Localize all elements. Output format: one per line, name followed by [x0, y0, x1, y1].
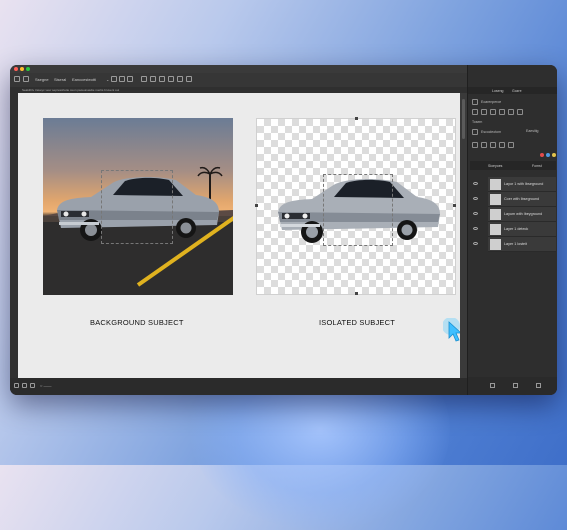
pencil-icon[interactable]: [490, 109, 496, 115]
vertical-scrollbar[interactable]: [460, 93, 467, 378]
layer-name: Layer 1 deteck: [504, 227, 529, 231]
selection-box[interactable]: [101, 170, 173, 244]
layers-header: Sioeyoes Fomst: [470, 161, 556, 170]
brush-icon[interactable]: [472, 109, 478, 115]
layer-row[interactable]: Layer 1 losteit: [473, 237, 556, 252]
settings-icon[interactable]: [517, 109, 523, 115]
layer-thumbnail: [490, 194, 501, 205]
crop-icon[interactable]: [119, 76, 125, 82]
layer-style-icon[interactable]: [472, 129, 478, 135]
layer-thumbnail: [490, 239, 501, 250]
align-icon[interactable]: [111, 76, 117, 82]
layers-footer: [468, 377, 557, 395]
color-swatch-red[interactable]: [540, 153, 544, 157]
layer-name: Layer 1 losteit: [504, 242, 527, 246]
visibility-eye-icon[interactable]: [473, 182, 478, 185]
scroll-thumb[interactable]: [462, 99, 465, 139]
document-canvas[interactable]: BACKGROUND SUBJECT ISOLATED SUBJECT: [18, 93, 463, 378]
fill-icon[interactable]: [508, 109, 514, 115]
link-icon[interactable]: [472, 142, 478, 148]
hand-icon[interactable]: [22, 383, 27, 388]
left-caption: BACKGROUND SUBJECT: [90, 318, 184, 327]
layers-header-label: Sioeyoes: [488, 164, 503, 168]
menu-item-1[interactable]: Ssegne: [35, 77, 49, 82]
menu-item-3[interactable]: Eanccesteotti: [72, 77, 96, 82]
layer-row[interactable]: Layor 1 with Ibseground: [473, 177, 556, 192]
visibility-eye-icon[interactable]: [473, 197, 478, 200]
isolated-canvas[interactable]: [255, 117, 456, 295]
view-icon[interactable]: [30, 383, 35, 388]
adjust-layer-icon[interactable]: [508, 142, 514, 148]
panel-row-3: Escocleotom Eaesitig: [472, 129, 554, 135]
background-photo[interactable]: [43, 118, 233, 295]
layer-row[interactable]: Layer 1 deteck: [473, 222, 556, 237]
transform-handle[interactable]: [355, 292, 358, 295]
adjust-icon[interactable]: [472, 99, 478, 105]
layer-row[interactable]: Layum with Ibeyground: [473, 207, 556, 222]
visibility-eye-icon[interactable]: [473, 212, 478, 215]
options-text: Seakithiv traveyc veur sepresshutie ceon…: [22, 88, 120, 92]
pencil-icon[interactable]: [186, 76, 192, 82]
new-group-icon[interactable]: [490, 383, 495, 388]
frame-icon[interactable]: [127, 76, 133, 82]
layer-name: Coer with Ibseground: [504, 197, 540, 201]
layer-thumbnail: [490, 209, 501, 220]
layer-thumbnail: [490, 224, 501, 235]
selection-box-isolated[interactable]: [323, 174, 393, 246]
mask-icon[interactable]: [481, 142, 487, 148]
new-layer-icon[interactable]: [513, 383, 518, 388]
right-panel: Loseng Gozre Eoarenperoe Tosem Escocleot…: [467, 65, 557, 395]
left-toolbar: [10, 93, 18, 378]
minimize-window-button[interactable]: [20, 67, 24, 71]
panel-row-1: Eoarenperoe: [472, 99, 554, 105]
layer-name: Layor 1 with Ibseground: [504, 182, 544, 186]
pen-icon[interactable]: [177, 76, 183, 82]
layers-header-b[interactable]: Fomst: [532, 164, 542, 168]
layer-row[interactable]: Coer with Ibseground: [473, 192, 556, 207]
right-caption: ISOLATED SUBJECT: [319, 318, 395, 327]
status-bar: ○ ——: [10, 378, 467, 395]
transform-handle[interactable]: [355, 117, 358, 120]
layer-name: Layum with Ibeyground: [504, 212, 543, 216]
visibility-eye-icon[interactable]: [473, 242, 478, 245]
editor-window: Ssegne Siseral Eanccesteotti ⌄ Seakithiv…: [10, 65, 557, 395]
chevron-down-icon[interactable]: ⌄: [106, 77, 109, 82]
panel-row-2: Tosem: [472, 120, 483, 124]
eraser-icon[interactable]: [168, 76, 174, 82]
panel-row-3-label: Escocleotom: [481, 129, 502, 134]
pen-icon[interactable]: [481, 109, 487, 115]
home-icon[interactable]: [14, 76, 20, 82]
tab-1[interactable]: Loseng: [492, 89, 503, 93]
delete-layer-icon[interactable]: [536, 383, 541, 388]
panel-tool-row: [472, 109, 554, 115]
move-tool-icon[interactable]: [23, 76, 29, 82]
blur-icon[interactable]: [499, 109, 505, 115]
close-window-button[interactable]: [14, 67, 18, 71]
transform-handle[interactable]: [453, 204, 456, 207]
visibility-eye-icon[interactable]: [473, 227, 478, 230]
panel-tabs: Loseng Gozre: [468, 87, 557, 94]
menu-item-2[interactable]: Siseral: [54, 77, 66, 82]
folder-icon[interactable]: [499, 142, 505, 148]
color-swatch-yellow[interactable]: [552, 153, 556, 157]
grid-icon[interactable]: [141, 76, 147, 82]
panel-row-1-label: Eoarenperoe: [481, 99, 502, 104]
panel-row-3b: Eaesitig: [526, 129, 539, 133]
zoom-readout: ○ ——: [40, 383, 52, 388]
layer-thumbnail: [490, 179, 501, 190]
zoom-icon[interactable]: [14, 383, 19, 388]
transform-icon[interactable]: [150, 76, 156, 82]
fx-icon[interactable]: [490, 142, 496, 148]
maximize-window-button[interactable]: [26, 67, 30, 71]
color-swatch-blue[interactable]: [546, 153, 550, 157]
transform-handle[interactable]: [255, 204, 258, 207]
tab-2[interactable]: Gozre: [512, 89, 522, 93]
brush-icon[interactable]: [159, 76, 165, 82]
panel-icon-row: [472, 142, 554, 148]
